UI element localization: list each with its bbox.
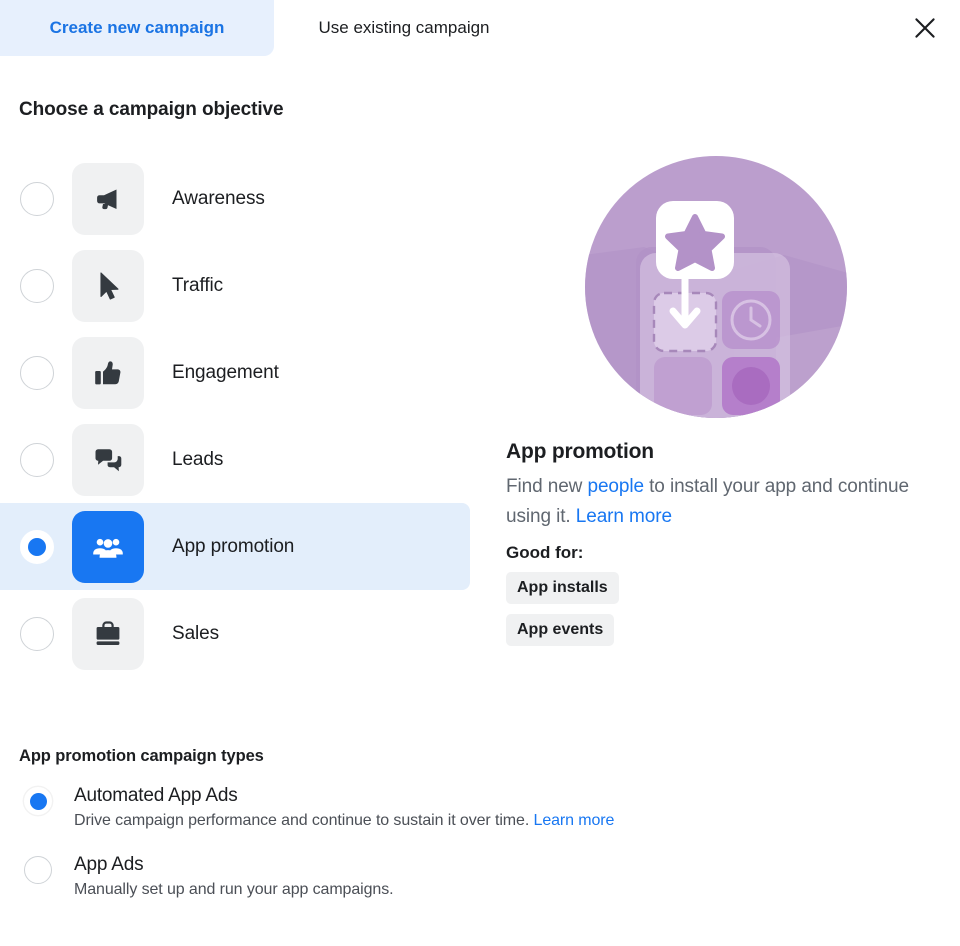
chip-app-events: App events	[506, 614, 615, 646]
objective-row-sales[interactable]: Sales	[0, 590, 470, 677]
app-promotion-illustration	[584, 155, 848, 424]
close-icon	[914, 17, 936, 39]
thumbs-up-icon	[91, 356, 125, 390]
campaign-type-desc-automated-app-ads: Drive campaign performance and continue …	[74, 812, 614, 830]
tab-use-existing-campaign[interactable]: Use existing campaign	[274, 0, 534, 56]
detail-description: Find new people to install your app and …	[506, 472, 910, 532]
detail-title: App promotion	[506, 440, 654, 463]
objective-row-app-promotion[interactable]: App promotion	[0, 503, 470, 590]
objective-label-sales: Sales	[172, 622, 220, 644]
campaign-type-desc-app-ads: Manually set up and run your app campaig…	[74, 881, 394, 898]
objective-radio-leads[interactable]	[20, 442, 54, 477]
objective-radio-engagement[interactable]	[20, 355, 54, 390]
campaign-types-title: App promotion campaign types	[19, 747, 264, 765]
objective-tile-awareness	[72, 162, 144, 235]
learn-more-link[interactable]: Learn more	[576, 506, 672, 527]
objective-tile-app-promotion	[72, 510, 144, 583]
objective-radio-app-promotion[interactable]	[20, 529, 54, 564]
objective-tile-sales	[72, 597, 144, 670]
campaign-type-row-automated-app-ads[interactable]: Automated App Ads Drive campaign perform…	[0, 785, 960, 830]
objective-tile-engagement	[72, 336, 144, 409]
campaign-type-radio-automated-app-ads[interactable]	[24, 787, 52, 815]
objective-label-leads: Leads	[172, 448, 224, 470]
tab-use-existing-campaign-label: Use existing campaign	[318, 18, 490, 37]
chip-app-installs: App installs	[506, 572, 619, 604]
objective-radio-awareness[interactable]	[20, 181, 54, 216]
objective-row-leads[interactable]: Leads	[0, 416, 470, 503]
objective-label-engagement: Engagement	[172, 361, 279, 383]
detail-desc-part1: Find new	[506, 476, 588, 497]
people-link[interactable]: people	[587, 476, 644, 497]
campaign-type-radio-app-ads[interactable]	[24, 856, 52, 884]
good-for-label: Good for:	[506, 543, 584, 562]
campaign-types-list: Automated App Ads Drive campaign perform…	[0, 785, 960, 923]
objective-label-awareness: Awareness	[172, 187, 265, 209]
tab-create-new-campaign[interactable]: Create new campaign	[0, 0, 274, 56]
objective-row-engagement[interactable]: Engagement	[0, 329, 470, 416]
illustration-container	[506, 155, 926, 424]
objective-row-traffic[interactable]: Traffic	[0, 242, 470, 329]
objective-list: Awareness Traffic Engagement Leads App p…	[0, 155, 490, 677]
objective-label-traffic: Traffic	[172, 274, 224, 296]
campaign-type-label-app-ads: App Ads	[74, 854, 144, 875]
tab-create-new-campaign-label: Create new campaign	[49, 18, 225, 37]
people-icon	[91, 530, 125, 564]
objective-row-awareness[interactable]: Awareness	[0, 155, 470, 242]
chat-bubbles-icon	[91, 443, 125, 477]
objective-radio-traffic[interactable]	[20, 268, 54, 303]
cursor-icon	[91, 269, 125, 303]
campaign-type-learn-more-link[interactable]: Learn more	[534, 812, 615, 829]
good-for-chips: App installs App events	[506, 572, 926, 656]
campaign-type-desc-text: Drive campaign performance and continue …	[74, 812, 534, 829]
objective-tile-traffic	[72, 249, 144, 322]
objective-radio-sales[interactable]	[20, 616, 54, 651]
objective-label-app-promotion: App promotion	[172, 535, 295, 557]
objective-section-title: Choose a campaign objective	[19, 99, 284, 120]
campaign-type-label-automated-app-ads: Automated App Ads	[74, 785, 238, 806]
campaign-type-row-app-ads[interactable]: App Ads Manually set up and run your app…	[0, 854, 960, 899]
tab-bar: Create new campaign Use existing campaig…	[0, 0, 960, 56]
objective-tile-leads	[72, 423, 144, 496]
objective-detail-panel: App promotion Find new people to install…	[506, 155, 926, 656]
megaphone-icon	[91, 182, 125, 216]
briefcase-icon	[91, 617, 125, 651]
campaign-objective-dialog: Create new campaign Use existing campaig…	[0, 0, 960, 946]
close-button[interactable]	[906, 9, 944, 47]
